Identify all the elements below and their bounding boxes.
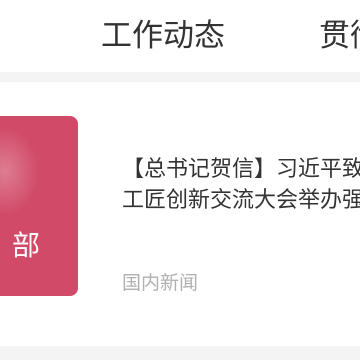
news-title[interactable]: 【总书记贺信】习近平致 工匠创新交流大会举办强: [122, 154, 360, 216]
thumbnail-text: 部: [12, 229, 41, 262]
news-source: 国内新闻: [122, 272, 199, 294]
tab-work-updates[interactable]: 工作动态: [101, 16, 225, 56]
page: 工作动态 贯彻 部 【总书记贺信】习近平致 工匠创新交流大会举办强 国内新闻: [0, 0, 360, 360]
news-card[interactable]: 部 【总书记贺信】习近平致 工匠创新交流大会举办强 国内新闻: [0, 82, 360, 346]
news-title-line-1: 【总书记贺信】习近平致: [122, 157, 360, 182]
thumbnail-decoration: [0, 126, 40, 216]
news-title-line-2: 工匠创新交流大会举办强: [122, 188, 360, 213]
tab-bar: 工作动态 贯彻: [0, 0, 360, 72]
news-thumbnail[interactable]: 部: [0, 116, 78, 296]
tab-implement[interactable]: 贯彻: [319, 16, 360, 56]
